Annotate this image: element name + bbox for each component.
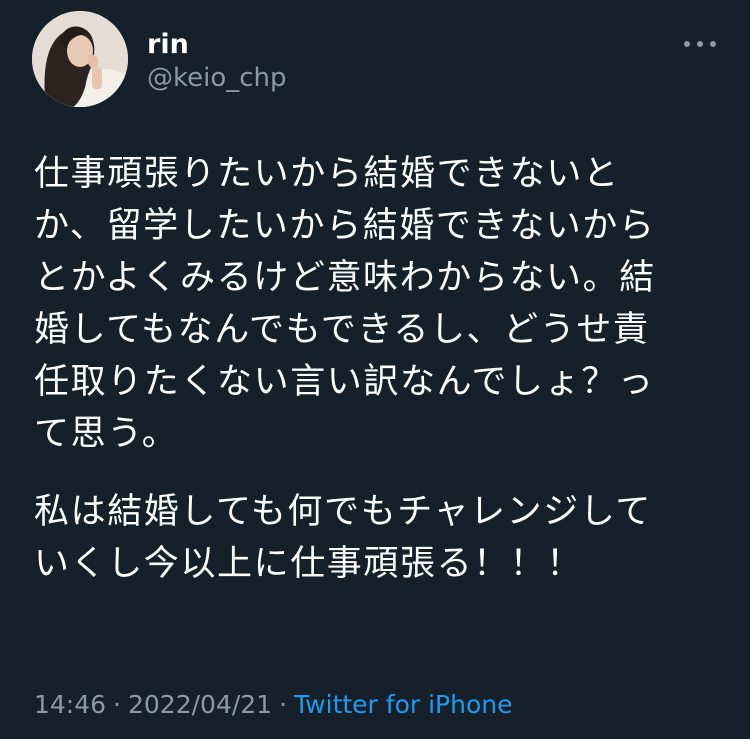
tweet-metadata: 14:46 · 2022/04/21 · Twitter for iPhone xyxy=(34,688,513,722)
tweet-time[interactable]: 14:46 xyxy=(34,690,106,719)
tweet-date[interactable]: 2022/04/21 xyxy=(128,690,272,719)
tweet-line: いくし今以上に仕事頑張る！！！ xyxy=(34,544,584,584)
more-horizontal-icon xyxy=(684,41,716,47)
tweet-line: 任取りたくない言い訳なんでしょ？っ xyxy=(34,362,655,402)
tweet-line: とかよくみるけど意味わからない。結 xyxy=(34,258,656,298)
tweet-text: 仕事頑張りたいから結婚できないと か、留学したいから結婚できないから とかよくみ… xyxy=(34,148,724,590)
tweet-line: 婚してもなんでもできるし、どうせ責 xyxy=(34,310,650,350)
more-options-button[interactable] xyxy=(680,30,720,58)
user-handle[interactable]: @keio_chp xyxy=(147,63,287,93)
tweet-line: か、留学したいから結婚できないから xyxy=(34,206,656,246)
avatar-photo xyxy=(32,11,128,107)
avatar[interactable] xyxy=(32,11,128,107)
tweet-card: rin @keio_chp 仕事頑張りたいから結婚できないと か、留学したいから… xyxy=(0,0,750,739)
tweet-paragraph-2: 私は結婚しても何でもチャレンジして いくし今以上に仕事頑張る！！！ xyxy=(34,486,724,590)
display-name[interactable]: rin xyxy=(147,30,189,60)
tweet-line: 私は結婚しても何でもチャレンジして xyxy=(34,492,653,532)
separator: · xyxy=(113,690,121,719)
tweet-line: 仕事頑張りたいから結婚できないと xyxy=(34,154,620,194)
separator: · xyxy=(279,690,288,719)
tweet-line: て思う。 xyxy=(34,414,179,454)
tweet-source-link[interactable]: Twitter for iPhone xyxy=(294,690,512,719)
tweet-paragraph-1: 仕事頑張りたいから結婚できないと か、留学したいから結婚できないから とかよくみ… xyxy=(34,148,724,460)
